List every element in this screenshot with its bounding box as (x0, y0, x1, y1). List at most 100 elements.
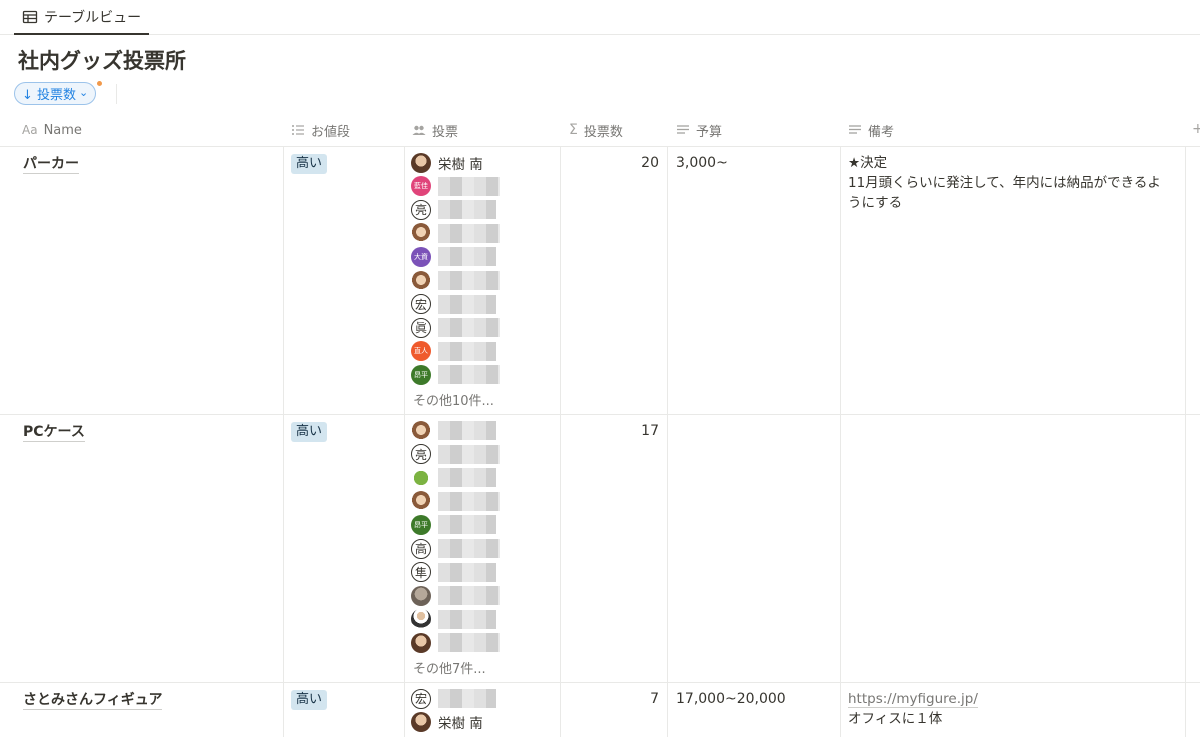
column-label: お値段 (311, 124, 351, 140)
notes-cell[interactable]: https://myfigure.jp/ オフィスに１体 (848, 689, 1173, 729)
column-label: 予算 (696, 124, 723, 140)
voter-item[interactable] (411, 222, 500, 245)
text-icon (676, 123, 690, 137)
voter-item[interactable]: 大資 (411, 245, 496, 268)
column-header-votes[interactable]: 投票 (412, 113, 458, 147)
redacted-name (438, 539, 500, 558)
user-avatar-icon (411, 223, 431, 244)
redacted-name (438, 294, 496, 314)
column-header-name[interactable]: Aa Name (22, 113, 82, 147)
redacted-name (438, 318, 500, 338)
price-tag: 高い (291, 690, 328, 710)
user-avatar-icon (411, 152, 431, 173)
more-voters-link[interactable]: その他10件... (413, 390, 494, 409)
redacted-name (438, 176, 500, 196)
notes-link[interactable]: https://myfigure.jp/ (848, 691, 978, 708)
add-column-button[interactable]: + (1192, 121, 1200, 137)
user-avatar-icon (411, 270, 431, 291)
voter-item[interactable] (411, 631, 500, 654)
column-header-notes[interactable]: 備考 (848, 113, 894, 147)
text-type-icon: Aa (22, 123, 38, 137)
tab-table-view[interactable]: テーブルビュー (14, 0, 150, 35)
user-avatar-icon: 直人 (411, 341, 431, 362)
table-header: Aa Name お値段 投票 Σ 投票数 予算 備考 + (0, 113, 1200, 147)
column-header-budget[interactable]: 予算 (676, 113, 722, 147)
redacted-name (438, 365, 500, 385)
row-name[interactable]: さとみさんフィギュア (23, 691, 163, 710)
column-label: 備考 (868, 124, 895, 140)
row-name[interactable]: PCケース (23, 423, 85, 442)
list-icon (291, 123, 305, 137)
vote-count: 17 (641, 423, 659, 439)
voter-item[interactable]: 直人 (411, 340, 496, 363)
voter-item[interactable]: 亮 (411, 443, 500, 466)
redacted-name (438, 200, 496, 220)
redacted-name (438, 633, 500, 653)
column-header-price[interactable]: お値段 (291, 113, 350, 147)
user-avatar-icon (411, 420, 431, 441)
user-avatar-icon: 高 (411, 538, 431, 559)
voter-name: 栄樹 南 (438, 156, 483, 173)
voter-name: 栄樹 南 (438, 716, 483, 733)
more-voters-link[interactable]: その他7件... (413, 658, 486, 677)
user-avatar-icon (411, 712, 431, 733)
user-avatar-icon: 昂平 (411, 364, 431, 385)
redacted-name (438, 515, 496, 535)
user-avatar-icon: 眞 (411, 317, 431, 338)
voter-item[interactable]: 昂平 (411, 513, 496, 536)
voter-item[interactable] (411, 584, 500, 607)
price-tag: 高い (291, 154, 328, 174)
sort-indicator-dot (96, 80, 103, 87)
column-label: Name (43, 122, 82, 138)
voter-item[interactable]: 昂平 (411, 363, 500, 386)
user-avatar-icon: 宏 (411, 688, 431, 709)
column-label: 投票 (432, 124, 459, 140)
user-avatar-icon: 宏 (411, 294, 431, 315)
user-avatar-icon (411, 467, 431, 488)
user-avatar-icon: 亮 (411, 199, 431, 220)
redacted-name (438, 341, 496, 361)
redacted-name (438, 271, 500, 290)
voter-item[interactable]: 亮 (411, 198, 496, 221)
row-name[interactable]: パーカー (23, 155, 79, 174)
notes-cell[interactable]: ★決定 11月頭くらいに発注して、年内には納品ができるようにする (848, 153, 1173, 213)
user-avatar-icon: 大資 (411, 246, 431, 267)
voter-item[interactable]: 栄樹 南 (411, 151, 483, 174)
redacted-name (438, 421, 496, 440)
user-avatar-icon (411, 609, 431, 630)
user-avatar-icon: 昂平 (411, 514, 431, 535)
notes-line: オフィスに１体 (848, 711, 943, 727)
voter-item[interactable]: 宏 (411, 293, 496, 316)
table-row[interactable]: パーカー 高い 栄樹 南藍佳亮大資宏眞直人 昂平 その他10件... 20 3,00… (0, 147, 1200, 415)
voter-item[interactable]: 宏 (411, 687, 496, 710)
voter-item[interactable] (411, 269, 500, 292)
redacted-name (438, 247, 496, 267)
sort-label: ↓ 投票数 (22, 88, 77, 103)
voter-item[interactable]: 眞 (411, 316, 500, 339)
table-row[interactable]: さとみさんフィギュア 高い 宏栄樹 南 7 17,000~20,000 http… (0, 683, 1200, 737)
page-title: 社内グッズ投票所 (18, 49, 186, 73)
voter-item[interactable]: 藍佳 (411, 175, 500, 198)
redacted-name (438, 491, 500, 511)
redacted-name (438, 444, 500, 464)
vote-count: 7 (650, 691, 659, 707)
toolbar-divider (116, 84, 117, 104)
voter-item[interactable]: 隼 (411, 561, 496, 584)
redacted-name (438, 223, 500, 243)
sort-button[interactable]: ↓ 投票数 ⌄ (14, 82, 97, 105)
table-row[interactable]: PCケース 高い 亮昂平高隼その他7件... 17 (0, 415, 1200, 683)
voter-item[interactable] (411, 608, 496, 631)
column-label: 投票数 (583, 124, 623, 140)
voter-item[interactable] (411, 490, 500, 513)
column-header-vote-count[interactable]: Σ 投票数 (569, 113, 623, 147)
view-tab-bar: テーブルビュー (0, 0, 1200, 35)
vote-count: 20 (641, 155, 659, 171)
redacted-name (438, 586, 500, 606)
voter-item[interactable]: 高 (411, 537, 500, 560)
redacted-name (438, 468, 496, 488)
people-icon (412, 123, 426, 137)
voter-item[interactable] (411, 466, 496, 489)
voter-item[interactable]: 栄樹 南 (411, 711, 483, 734)
voter-item[interactable] (411, 419, 496, 442)
chevron-down-icon: ⌄ (79, 85, 89, 99)
